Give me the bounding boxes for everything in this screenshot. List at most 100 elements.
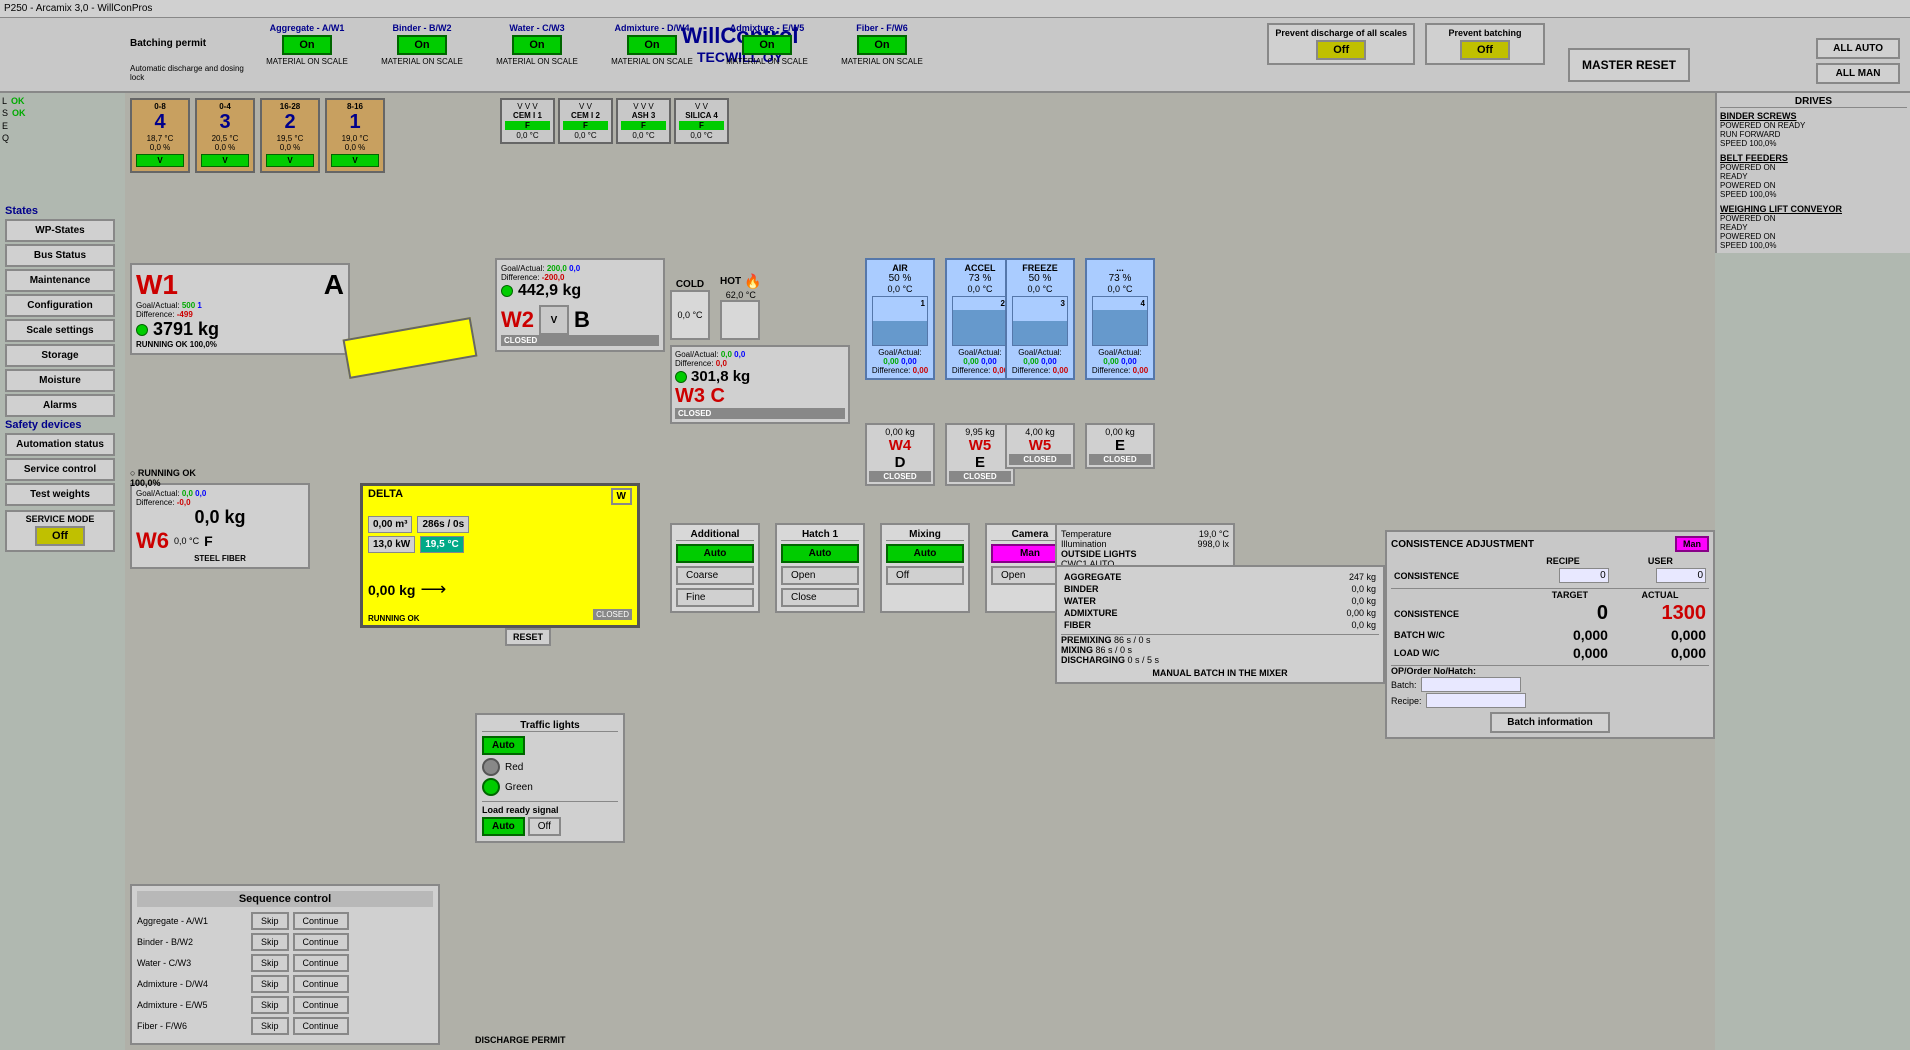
traffic-auto-btn[interactable]: Auto xyxy=(482,736,525,755)
mixing-auto-btn[interactable]: Auto xyxy=(886,544,964,563)
hot-temp: 62,0 °C xyxy=(720,290,762,300)
seq-continue-3[interactable]: Continue xyxy=(293,975,349,993)
left-sidebar: States WP-States Bus Status Maintenance … xyxy=(0,93,120,556)
actual-header: ACTUAL xyxy=(1611,589,1709,601)
air-tank: AIR 50 % 0,0 °C 1 Goal/Actual: 0,00 0,00… xyxy=(865,258,935,380)
sidebar-maintenance[interactable]: Maintenance xyxy=(5,269,115,292)
w3-scale-box: Goal/Actual: 0,0 0,0 Difference: 0,0 301… xyxy=(670,345,850,424)
permit-btn-4[interactable]: On xyxy=(742,35,792,55)
target-header: TARGET xyxy=(1529,589,1611,601)
f-indicator-3[interactable]: F xyxy=(621,121,666,130)
mixer-body: DELTA W 0,00 m³ 286s / 0s 13,0 kW 19,5 °… xyxy=(360,483,640,628)
permit-btn-2[interactable]: On xyxy=(512,35,562,55)
w1-weight: 3791 kg xyxy=(153,319,219,340)
additional-coarse-btn[interactable]: Coarse xyxy=(676,566,754,585)
binder-value: 0,0 kg xyxy=(1265,583,1379,595)
all-man-button[interactable]: ALL MAN xyxy=(1816,63,1900,84)
mixing-off-btn[interactable]: Off xyxy=(886,566,964,585)
hopper-8-16: 8-16 1 19,0 °C 0,0 % V xyxy=(325,98,385,173)
sidebar-alarms[interactable]: Alarms xyxy=(5,394,115,417)
binder-screws-label: BINDER SCREWS xyxy=(1720,111,1907,121)
hatch-open-btn[interactable]: Open xyxy=(781,566,859,585)
w1-scale: W1 A Goal/Actual: 500 1 Difference: -499… xyxy=(130,263,350,355)
additional-title: Additional xyxy=(676,529,754,541)
f-indicator-1[interactable]: F xyxy=(505,121,550,130)
mixing-val: 86 s / 0 s xyxy=(1096,645,1133,655)
seq-row-0: Aggregate - A/W1 Skip Continue xyxy=(137,912,433,930)
seq-continue-2[interactable]: Continue xyxy=(293,954,349,972)
hopper-0-8: 0-8 4 18,7 °C 0,0 % V xyxy=(130,98,190,173)
permit-btn-3[interactable]: On xyxy=(627,35,677,55)
seq-skip-0[interactable]: Skip xyxy=(251,912,289,930)
seq-continue-1[interactable]: Continue xyxy=(293,933,349,951)
sidebar-service-control[interactable]: Service control xyxy=(5,458,115,481)
f-indicator-2[interactable]: F xyxy=(563,121,608,130)
aggregate-hoppers: 0-8 4 18,7 °C 0,0 % V 0-4 3 20,5 °C 0,0 … xyxy=(130,98,385,173)
hatch-auto-btn[interactable]: Auto xyxy=(781,544,859,563)
v-valve-1[interactable]: V xyxy=(136,154,184,167)
master-reset-button[interactable]: MASTER RESET xyxy=(1568,48,1690,82)
temp-label: Temperature xyxy=(1061,529,1112,539)
agg-label: AGGREGATE xyxy=(1061,571,1265,583)
sidebar-moisture[interactable]: Moisture xyxy=(5,369,115,392)
consistence-man-btn[interactable]: Man xyxy=(1675,536,1709,552)
conveyor-belt xyxy=(343,317,478,379)
sidebar-test-weights[interactable]: Test weights xyxy=(5,483,115,506)
additional-auto-btn[interactable]: Auto xyxy=(676,544,754,563)
permit-btn-5[interactable]: On xyxy=(857,35,907,55)
seq-skip-2[interactable]: Skip xyxy=(251,954,289,972)
seq-continue-0[interactable]: Continue xyxy=(293,912,349,930)
ahmc-panels: Additional Auto Coarse Fine Hatch 1 Auto… xyxy=(670,523,1075,613)
service-mode-btn[interactable]: Off xyxy=(35,526,85,546)
op-order-label: OP/Order No/Hatch: xyxy=(1391,666,1709,676)
recipe-field-input[interactable] xyxy=(1426,693,1526,708)
cold-label: COLD xyxy=(670,279,710,290)
batch-wc-target: 0,000 xyxy=(1529,626,1611,644)
additional-fine-btn[interactable]: Fine xyxy=(676,588,754,607)
recipe-header: RECIPE xyxy=(1514,555,1611,567)
hot-label: HOT 🔥 xyxy=(720,273,762,290)
user-consistence-input[interactable] xyxy=(1656,568,1706,583)
v-valve-2[interactable]: V xyxy=(201,154,249,167)
freeze-tank: FREEZE 50 % 0,0 °C 3 Goal/Actual: 0,00 0… xyxy=(1005,258,1075,380)
load-wc-target: 0,000 xyxy=(1529,644,1611,662)
sidebar-scale-settings[interactable]: Scale settings xyxy=(5,319,115,342)
seq-row-1: Binder - B/W2 Skip Continue xyxy=(137,933,433,951)
w-valve[interactable]: W xyxy=(611,488,632,505)
w6-scale: Goal/Actual: 0,0 0,0 Difference: -0,0 0,… xyxy=(130,483,310,569)
batch-info-button[interactable]: Batch information xyxy=(1490,712,1610,733)
reset-button[interactable]: RESET xyxy=(505,628,551,646)
v-valve-3[interactable]: V xyxy=(266,154,314,167)
safety-devices-section-label: Safety devices xyxy=(5,419,115,431)
freeze-scale-area: 4,00 kg W5 CLOSED 0,00 kg E CLOSED xyxy=(1005,423,1155,469)
load-ready-auto-btn[interactable]: Auto xyxy=(482,817,525,836)
all-auto-button[interactable]: ALL AUTO xyxy=(1816,38,1900,59)
seq-continue-5[interactable]: Continue xyxy=(293,1017,349,1035)
seq-skip-3[interactable]: Skip xyxy=(251,975,289,993)
recipe-consistence-input[interactable] xyxy=(1559,568,1609,583)
powered-on-ready: POWERED ON READY xyxy=(1720,121,1907,130)
cons-target-val: 0 xyxy=(1529,601,1611,626)
seq-skip-4[interactable]: Skip xyxy=(251,996,289,1014)
load-ready-off-btn[interactable]: Off xyxy=(528,817,561,836)
sidebar-wp-states[interactable]: WP-States xyxy=(5,219,115,242)
hatch-close-btn[interactable]: Close xyxy=(781,588,859,607)
seq-skip-5[interactable]: Skip xyxy=(251,1017,289,1035)
seq-continue-4[interactable]: Continue xyxy=(293,996,349,1014)
service-mode-label: SERVICE MODE xyxy=(9,514,111,524)
permit-btn-1[interactable]: On xyxy=(397,35,447,55)
v-valve-4[interactable]: V xyxy=(331,154,379,167)
permit-btn-0[interactable]: On xyxy=(282,35,332,55)
sidebar-automation-status[interactable]: Automation status xyxy=(5,433,115,456)
sidebar-bus-status[interactable]: Bus Status xyxy=(5,244,115,267)
sidebar-storage[interactable]: Storage xyxy=(5,344,115,367)
w2-v-btn[interactable]: V xyxy=(539,305,569,335)
batch-field-input[interactable] xyxy=(1421,677,1521,692)
sidebar-configuration[interactable]: Configuration xyxy=(5,294,115,317)
f-indicator-4[interactable]: F xyxy=(679,121,724,130)
w2-b-label: B xyxy=(574,307,590,333)
w6-weight: 0,0 kg xyxy=(136,507,304,528)
admixture-value: 0,00 kg xyxy=(1265,607,1379,619)
cement-bin-1: V V V CEM I 1 F 0,0 °C xyxy=(500,98,555,144)
seq-skip-1[interactable]: Skip xyxy=(251,933,289,951)
